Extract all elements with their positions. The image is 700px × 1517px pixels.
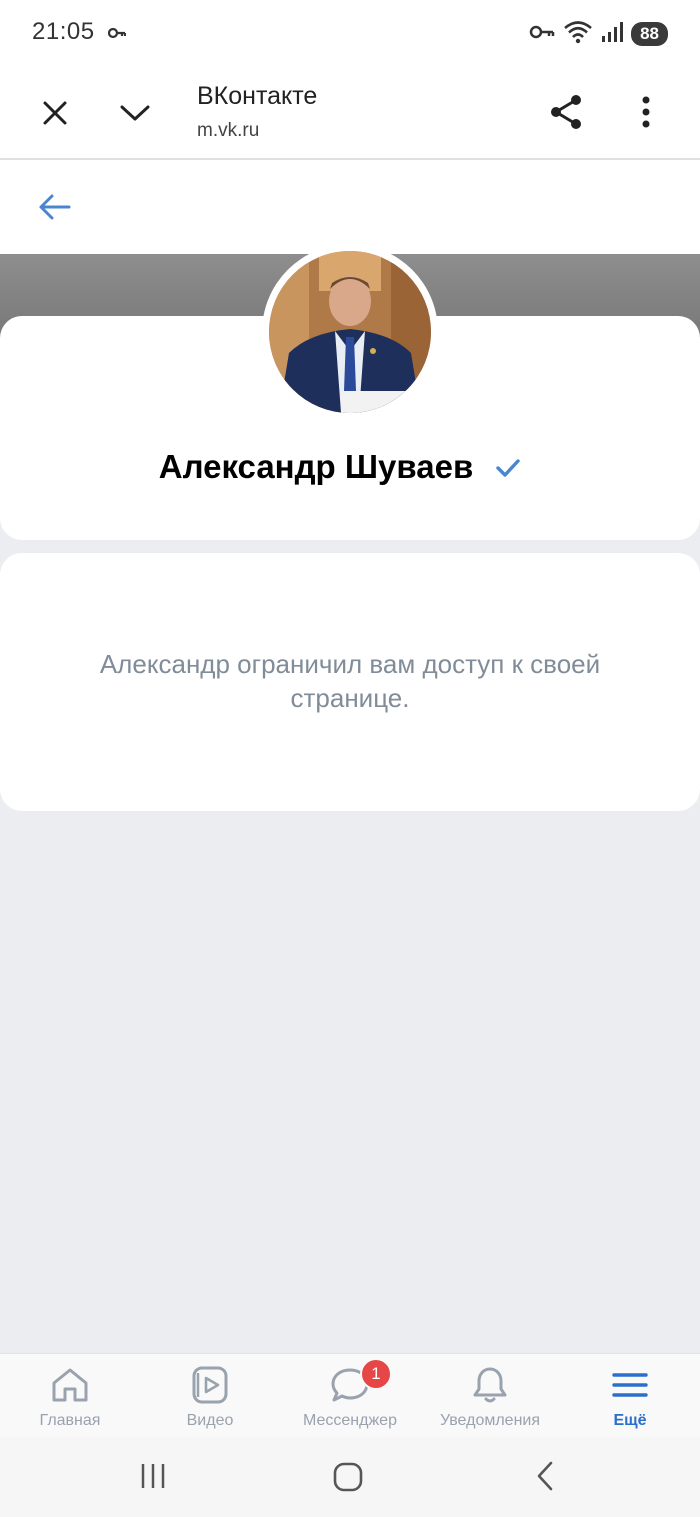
menu-icon (612, 1373, 648, 1397)
unread-badge: 1 (360, 1358, 392, 1390)
recent-apps-icon[interactable] (132, 1455, 174, 1497)
tab-label: Уведомления (439, 1412, 541, 1429)
close-icon[interactable] (34, 92, 76, 134)
system-back-icon[interactable] (524, 1455, 566, 1497)
profile-name: Александр Шуваев (158, 448, 474, 485)
browser-toolbar: ВКонтакте m.vk.ru (0, 68, 700, 160)
tab-label: Ещё (613, 1412, 647, 1429)
vpn-key-icon (529, 24, 555, 45)
tab-video[interactable]: Видео (140, 1354, 280, 1438)
tab-messenger[interactable]: 1 Мессенджер (280, 1354, 420, 1438)
back-arrow-icon[interactable] (30, 186, 78, 228)
restriction-message: Александр ограничил вам доступ к своей с… (99, 649, 601, 713)
tab-more[interactable]: Ещё (560, 1354, 700, 1438)
share-icon[interactable] (544, 90, 588, 134)
chevron-down-icon[interactable] (114, 92, 156, 134)
status-bar: 21:05 88 (0, 0, 700, 68)
tab-label: Мессенджер (303, 1412, 397, 1429)
tab-label: Главная (39, 1412, 101, 1429)
home-button-icon[interactable] (326, 1455, 370, 1499)
browser-title: ВКонтакте (197, 82, 318, 110)
status-icons: 88 (529, 20, 668, 48)
page-header (0, 160, 700, 254)
status-time: 21:05 (32, 18, 95, 45)
video-icon (192, 1366, 228, 1404)
bell-icon (473, 1367, 507, 1403)
avatar[interactable] (269, 251, 431, 413)
tab-label: Видео (186, 1412, 234, 1429)
tab-notifications[interactable]: Уведомления (420, 1354, 560, 1438)
browser-url: m.vk.ru (197, 120, 260, 141)
key-icon (107, 26, 127, 44)
signal-icon (601, 21, 624, 48)
verified-check-icon (495, 457, 521, 484)
restriction-card: Александр ограничил вам доступ к своей с… (0, 553, 700, 811)
battery-indicator: 88 (631, 22, 668, 46)
wifi-icon (563, 20, 593, 49)
system-navbar (0, 1437, 700, 1517)
home-icon (52, 1368, 88, 1402)
more-vertical-icon[interactable] (626, 90, 666, 134)
bottom-tabbar: Главная Видео 1 Мессенджер Уведомления Е… (0, 1353, 700, 1438)
tab-home[interactable]: Главная (0, 1354, 140, 1438)
